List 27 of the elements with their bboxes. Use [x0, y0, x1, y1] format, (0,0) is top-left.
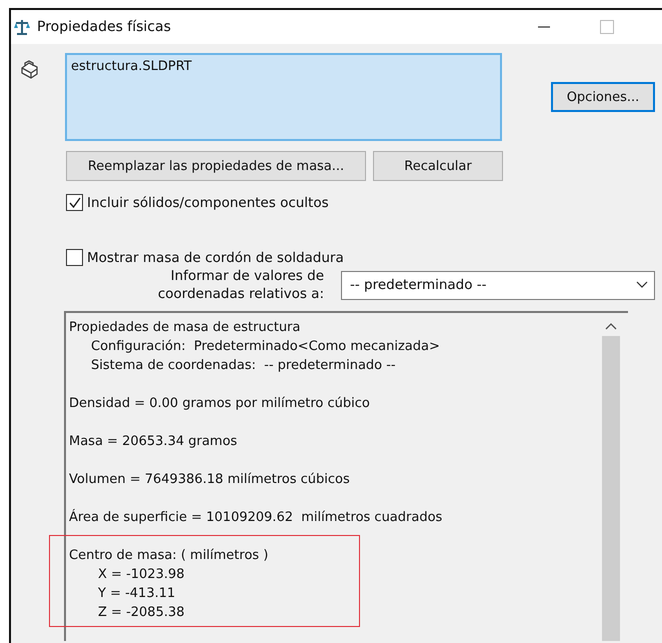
checkbox[interactable] — [66, 249, 83, 266]
result-line: Sistema de coordenadas: -- predeterminado -- — [90, 357, 397, 375]
window-title: Propiedades físicas — [37, 19, 171, 35]
result-line: Centro de masa: ( milímetros ) — [69, 547, 270, 565]
scrollbar-thumb[interactable] — [602, 336, 620, 641]
chevron-up-icon[interactable] — [605, 322, 617, 330]
chevron-down-icon — [636, 281, 648, 289]
options-button[interactable]: Opciones... — [551, 82, 655, 112]
result-line: Propiedades de masa de estructura — [69, 319, 302, 337]
coordinate-system-dropdown[interactable]: -- predeterminado -- — [341, 270, 655, 300]
recalculate-button[interactable]: Recalcular — [373, 151, 503, 181]
result-line: Volumen = 7649386.18 milímetros cúbicos — [69, 471, 351, 489]
checkbox-label: Mostrar masa de cordón de soldadura — [87, 250, 344, 266]
result-line: X = -1023.98 — [97, 566, 186, 584]
selection-list[interactable]: estructura.SLDPRT — [65, 53, 502, 141]
scale-icon — [13, 18, 31, 36]
checkbox[interactable] — [66, 194, 83, 211]
checkbox-label: Incluir sólidos/componentes ocultos — [87, 194, 329, 210]
result-line: Densidad = 0.00 gramos por milímetro cúbico — [69, 395, 371, 413]
result-line: Configuración: Predeterminado<Como mecanizada> — [90, 338, 441, 356]
result-line: Masa = 20653.34 gramos — [69, 433, 238, 451]
selection-item[interactable]: estructura.SLDPRT — [67, 55, 500, 78]
result-line: Área de superficie = 10109209.62 milímetros cuadrados — [69, 508, 444, 527]
coordinates-label: Informar de valores de coordenadas relativos a: — [156, 267, 324, 303]
result-line: Z = -2085.38 — [97, 604, 186, 622]
result-line: Y = -413.11 — [97, 585, 176, 603]
override-mass-properties-button[interactable]: Reemplazar las propiedades de masa... — [66, 151, 366, 181]
